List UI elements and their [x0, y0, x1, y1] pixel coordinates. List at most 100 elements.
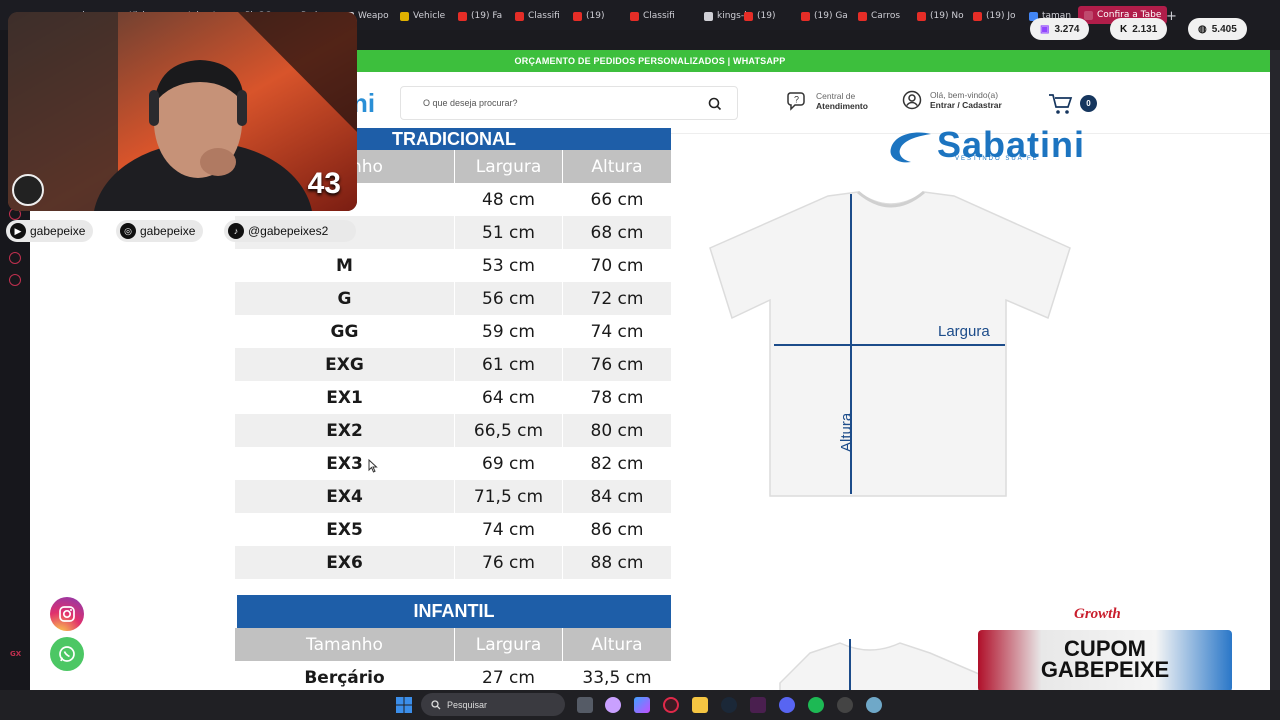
browser-tab[interactable]: Classifi — [515, 8, 560, 24]
table-row: G 56 cm 72 cm — [235, 282, 671, 315]
tab-label: (19) — [586, 11, 605, 21]
app-icon[interactable] — [866, 697, 882, 713]
favicon-icon — [458, 11, 467, 21]
browser-tab[interactable]: Vehicle — [400, 8, 445, 24]
table-row: EX1 64 cm 78 cm — [235, 381, 671, 414]
table-title: TRADICIONAL — [392, 129, 516, 149]
file-explorer-icon[interactable] — [692, 697, 708, 713]
task-view-icon[interactable] — [577, 697, 593, 713]
size-cell: EX5 — [326, 519, 363, 540]
total-viewers: ◍ 5.405 — [1188, 18, 1247, 40]
sidebar-icon[interactable] — [9, 252, 21, 264]
height-cell: 33,5 cm — [582, 667, 652, 688]
tab-label: (19) No — [930, 11, 964, 21]
favicon-icon — [858, 11, 867, 21]
browser-tab[interactable]: (19) Jo — [973, 8, 1016, 24]
tab-label: (19) — [757, 11, 776, 21]
taskbar-search[interactable]: Pesquisar — [421, 693, 565, 716]
tab-label: Classifi — [643, 11, 675, 21]
social-handle: @gabepeixes2 — [248, 224, 329, 238]
table-row: M 53 cm 70 cm — [235, 249, 671, 282]
browser-tab[interactable]: (19) — [573, 8, 604, 24]
cart-button[interactable]: 0 — [1048, 92, 1108, 116]
discord-icon[interactable] — [779, 697, 795, 713]
settings-icon[interactable] — [9, 274, 21, 286]
svg-text:?: ? — [794, 95, 799, 105]
favicon-icon — [704, 11, 713, 21]
opera-gx-icon[interactable] — [663, 697, 679, 713]
width-cell: 74 cm — [482, 519, 535, 540]
search-box — [400, 86, 738, 120]
height-cell: 78 cm — [590, 387, 644, 408]
size-cell: Berçário — [304, 667, 385, 688]
favicon-icon — [515, 11, 524, 21]
width-cell: 69 cm — [482, 453, 535, 474]
browser-tab[interactable]: Carros — [858, 8, 900, 24]
obs-icon[interactable] — [837, 697, 853, 713]
column-header: Largura — [455, 150, 562, 183]
height-cell: 74 cm — [590, 321, 644, 342]
height-cell: 72 cm — [563, 282, 671, 315]
streamer-webcam-image — [8, 12, 357, 211]
table-row: EX4 71,5 cm 84 cm — [235, 480, 671, 513]
copilot-icon[interactable] — [634, 697, 650, 713]
size-cell: EX6 — [235, 546, 454, 579]
width-cell: 56 cm — [455, 282, 562, 315]
column-header: Largura — [455, 628, 562, 661]
favicon-icon — [400, 11, 409, 21]
support-link[interactable]: ? Central de Atendimento — [786, 90, 868, 112]
favicon-icon — [744, 11, 753, 21]
steam-icon[interactable] — [721, 697, 737, 713]
column-header: Altura — [563, 628, 671, 661]
tab-label: (19) Jo — [986, 11, 1016, 21]
tab-label: Classifi — [528, 11, 560, 21]
whatsapp-float-button[interactable] — [50, 637, 84, 671]
table-header-row: TamanhoLarguraAltura — [235, 628, 671, 661]
browser-tab[interactable]: (19) Fa — [458, 8, 502, 24]
instagram-float-button[interactable] — [50, 597, 84, 631]
mouse-cursor-icon — [368, 459, 378, 473]
table-row: Berçário 27 cm 33,5 cm — [235, 661, 671, 690]
new-tab-button[interactable]: + — [1166, 8, 1177, 24]
app-icon[interactable] — [605, 697, 621, 713]
browser-tab[interactable]: (19) No — [917, 8, 964, 24]
browser-tab[interactable]: Classifi — [630, 8, 675, 24]
favicon-icon — [630, 11, 639, 21]
webcam-overlay: 43 — [8, 12, 357, 211]
width-cell: 66,5 cm — [455, 414, 562, 447]
table-row: EX6 76 cm 88 cm — [235, 546, 671, 579]
browser-tab[interactable]: (19) — [744, 8, 775, 24]
browser-tab[interactable]: (19) Ga — [801, 8, 848, 24]
windows-start-icon[interactable] — [396, 697, 412, 713]
table-row: EX5 74 cm 86 cm — [235, 513, 671, 546]
support-title: Atendimento — [816, 101, 868, 111]
column-header: Tamanho — [235, 628, 454, 661]
support-label: Central de — [816, 91, 856, 101]
coupon-code: GABEPEIXE — [1040, 657, 1170, 682]
width-cell: 59 cm — [482, 321, 535, 342]
width-cell: 71,5 cm — [455, 480, 562, 513]
app-icon[interactable] — [750, 697, 766, 713]
tab-label: Weapo — [358, 11, 389, 21]
channel-badge-icon — [12, 174, 44, 206]
tshirt-icon — [709, 190, 1071, 497]
search-input[interactable] — [421, 95, 691, 111]
gx-icon[interactable]: GX — [10, 650, 21, 658]
tab-label: (19) Fa — [471, 11, 503, 21]
globe-icon: ◍ — [1198, 23, 1207, 35]
page-scrollbar[interactable] — [1270, 50, 1280, 690]
size-cell: EX2 — [235, 414, 454, 447]
social-tiktok: ♪ @gabepeixes2 — [224, 220, 356, 242]
height-cell: 80 cm — [563, 414, 671, 447]
height-cell: 76 cm — [563, 348, 671, 381]
youtube-icon: ▶ — [10, 223, 26, 239]
browser-tab[interactable]: kings-l — [704, 8, 747, 24]
social-youtube: ▶ gabepeixe — [6, 220, 94, 242]
search-icon[interactable] — [707, 96, 723, 112]
twitch-viewers: ▣ 3.274 — [1030, 18, 1090, 40]
height-cell: 68 cm — [563, 216, 671, 249]
spotify-icon[interactable] — [808, 697, 824, 713]
account-link[interactable]: Olá, bem-vindo(a) Entrar / Cadastrar — [902, 90, 1002, 110]
social-handle: gabepeixe — [140, 224, 196, 238]
kick-viewers: K 2.131 — [1110, 18, 1168, 40]
